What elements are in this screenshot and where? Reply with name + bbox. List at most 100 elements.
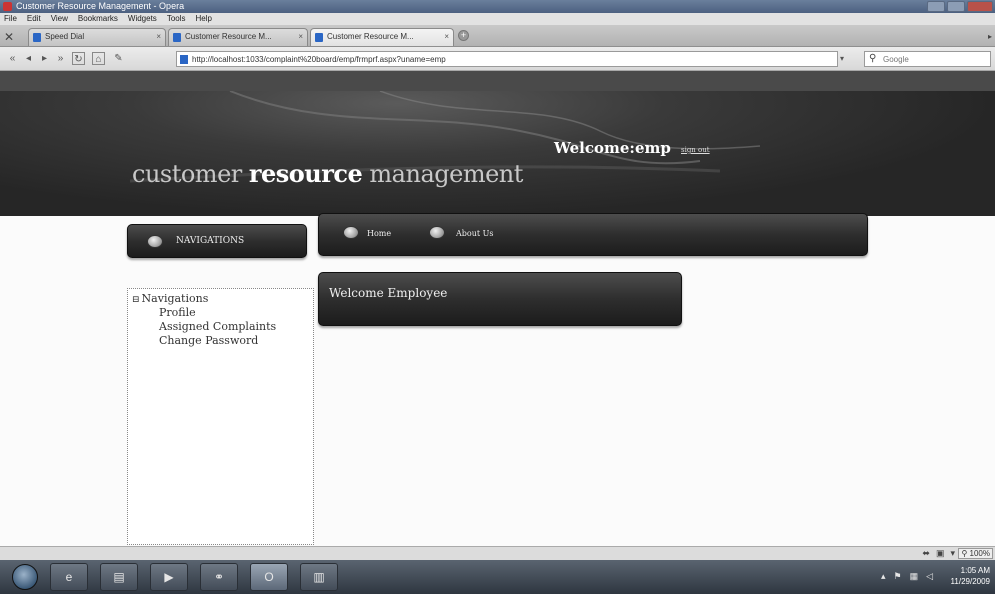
tab-speed-dial[interactable]: Speed Dial × <box>28 28 166 46</box>
address-field[interactable] <box>176 51 838 67</box>
zoom-level[interactable]: ⚲ 100% <box>958 548 993 559</box>
close-window-button[interactable] <box>967 1 993 12</box>
username: emp <box>634 139 671 157</box>
new-tab-button[interactable]: + <box>458 30 469 41</box>
tray-arrow-icon[interactable]: ▴ <box>881 571 886 582</box>
clock[interactable]: 1:05 AM 11/29/2009 <box>951 565 990 587</box>
page-icon <box>173 33 181 42</box>
back-double-icon[interactable]: « <box>6 52 19 65</box>
page-content: customer resource management Welcome:emp… <box>0 71 995 546</box>
tab-scroll-icon[interactable]: ▸ <box>988 32 992 41</box>
clock-date: 11/29/2009 <box>950 577 990 586</box>
site-title-part2: resource <box>248 159 363 188</box>
about-us-label: About Us <box>456 229 494 238</box>
tree-item-assigned-complaints[interactable]: Assigned Complaints <box>159 320 276 333</box>
back-icon[interactable]: ◂ <box>22 52 35 65</box>
tree-root-label: Navigations <box>141 292 209 305</box>
minimize-button[interactable] <box>927 1 945 12</box>
home-link[interactable]: Home <box>343 226 403 242</box>
site-title-part1: customer <box>132 160 249 188</box>
tab-label: Customer Resource M... <box>185 32 272 41</box>
about-us-link[interactable]: About Us <box>429 226 509 242</box>
view-icon[interactable]: ▣ <box>936 548 945 559</box>
opera-taskbar-icon[interactable]: O <box>250 563 288 591</box>
url-input[interactable] <box>192 53 792 65</box>
network-icon[interactable]: ⚭ <box>200 563 238 591</box>
dropdown-icon[interactable]: ▾ <box>950 548 955 559</box>
tree-item-change-password[interactable]: Change Password <box>159 334 258 347</box>
menu-widgets[interactable]: Widgets <box>128 13 157 25</box>
site-banner: customer resource management Welcome:emp… <box>0 91 995 216</box>
opera-icon <box>3 2 12 11</box>
bullet-orb-icon <box>343 226 359 239</box>
menu-edit[interactable]: Edit <box>27 13 41 25</box>
site-title: customer resource management <box>132 159 523 188</box>
status-icons: ⬌ ▣ ▾ <box>922 548 955 559</box>
edit-icon[interactable]: ✎ <box>112 52 125 65</box>
welcome-label: Welcome: <box>554 139 635 157</box>
tab-label: Speed Dial <box>45 32 85 41</box>
clock-time: 1:05 AM <box>960 566 990 575</box>
page-icon <box>315 33 323 42</box>
ie-icon[interactable]: e <box>50 563 88 591</box>
windows-orb-icon[interactable] <box>12 564 38 590</box>
search-input[interactable] <box>883 54 983 65</box>
home-label: Home <box>367 229 392 238</box>
tray-volume-icon[interactable]: ◁ <box>926 571 933 582</box>
magnifier-icon: ⚲ <box>869 53 877 64</box>
speed-dial-icon <box>33 33 41 42</box>
transfer-icon[interactable]: ⬌ <box>922 548 930 559</box>
tab-customer-resource-2[interactable]: Customer Resource M... × <box>310 28 454 46</box>
bullet-orb-icon <box>429 226 445 239</box>
reload-icon[interactable]: ↻ <box>72 52 85 65</box>
document-icon[interactable]: ▥ <box>300 563 338 591</box>
top-menu: Home About Us <box>318 213 868 256</box>
tray-network-icon[interactable]: ▦ <box>910 571 919 582</box>
zoom-value: 100% <box>969 549 990 558</box>
system-tray: ▴ ⚑ ▦ ◁ <box>881 571 933 582</box>
window-titlebar: Customer Resource Management - Opera <box>0 0 995 13</box>
welcome-user: Welcome:emp <box>554 139 671 157</box>
sign-out-link[interactable]: sign out <box>681 146 710 154</box>
screen: Customer Resource Management - Opera Fil… <box>0 0 995 594</box>
taskbar: e ▤ ▶ ⚭ O ▥ ▴ ⚑ ▦ ◁ 1:05 AM 11/29/2009 <box>0 560 995 594</box>
maximize-button[interactable] <box>947 1 965 12</box>
welcome-employee-text: Welcome Employee <box>329 286 448 300</box>
bullet-orb-icon <box>147 235 163 248</box>
menu-tools[interactable]: Tools <box>167 13 186 25</box>
window-title: Customer Resource Management - Opera <box>16 1 185 11</box>
navigation-tree: ⊟ Navigations Profile Assigned Complaints… <box>127 288 314 545</box>
tab-close-icon[interactable]: × <box>444 32 449 41</box>
navigations-label: NAVIGATIONS <box>176 236 245 246</box>
media-player-icon[interactable]: ▶ <box>150 563 188 591</box>
address-dropdown-icon[interactable]: ▾ <box>840 54 860 66</box>
search-field[interactable]: ⚲ <box>864 51 991 67</box>
tab-close-icon[interactable]: × <box>156 32 161 41</box>
menu-bookmarks[interactable]: Bookmarks <box>78 13 118 25</box>
navigations-header: NAVIGATIONS <box>127 224 307 258</box>
banner-swoosh <box>129 91 761 183</box>
tray-flag-icon[interactable]: ⚑ <box>893 571 901 582</box>
tree-item-profile[interactable]: Profile <box>159 306 196 319</box>
banner-top-strip <box>0 71 995 91</box>
menu-help[interactable]: Help <box>196 13 212 25</box>
fast-forward-icon[interactable]: » <box>54 52 67 65</box>
site-icon <box>180 55 188 64</box>
status-bar: ⬌ ▣ ▾ ⚲ 100% <box>0 546 995 560</box>
tab-label: Customer Resource M... <box>327 32 414 41</box>
menu-view[interactable]: View <box>51 13 68 25</box>
tree-root[interactable]: ⊟ Navigations <box>132 292 208 305</box>
closed-tabs-icon[interactable]: ✕ <box>4 30 14 44</box>
menu-file[interactable]: File <box>4 13 17 25</box>
tab-customer-resource-1[interactable]: Customer Resource M... × <box>168 28 308 46</box>
forward-icon[interactable]: ▸ <box>38 52 51 65</box>
tab-bar: ✕ Speed Dial × Customer Resource M... × … <box>0 25 995 47</box>
collapse-icon[interactable]: ⊟ <box>132 295 140 305</box>
home-icon[interactable]: ⌂ <box>92 52 105 65</box>
menu-bar: File Edit View Bookmarks Widgets Tools H… <box>0 13 995 25</box>
tab-close-icon[interactable]: × <box>298 32 303 41</box>
window-controls <box>927 1 993 12</box>
folder-icon[interactable]: ▤ <box>100 563 138 591</box>
site-title-part3: management <box>362 160 523 188</box>
address-toolbar: « ◂ ▸ » ↻ ⌂ ✎ ▾ ⚲ <box>0 47 995 71</box>
